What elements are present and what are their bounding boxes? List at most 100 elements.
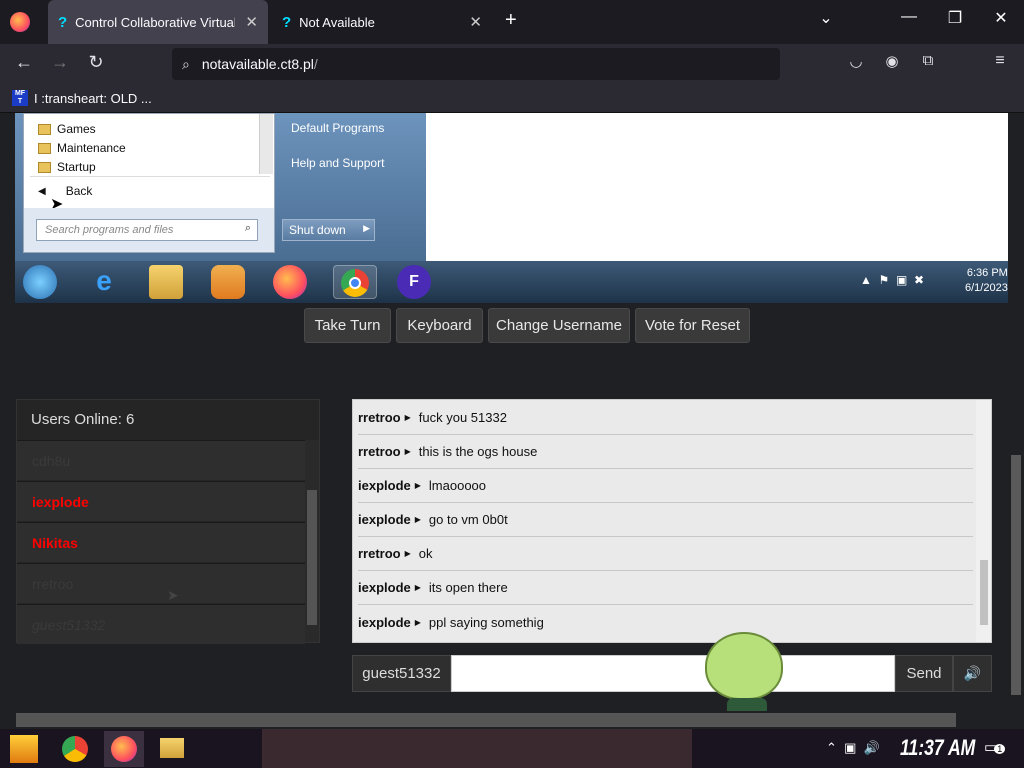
chrome-icon[interactable] <box>333 265 377 299</box>
chat-input[interactable] <box>451 655 895 692</box>
bookmark-favicon-icon: MF T <box>12 90 28 106</box>
take-turn-button[interactable]: Take Turn <box>304 308 391 343</box>
user-item[interactable]: iexplode <box>17 481 305 521</box>
tab-not-available[interactable]: ? Not Available ✕ <box>272 0 492 44</box>
list-tabs-icon[interactable]: ⌄ <box>811 8 841 28</box>
chat-message: rretroo ▶ ok <box>358 537 973 571</box>
firefox-menu-icon[interactable] <box>10 12 30 32</box>
volume-icon[interactable]: 🔊 <box>953 655 992 692</box>
chat-username: rretroo <box>358 546 401 561</box>
account-icon[interactable]: ◉ <box>878 52 906 70</box>
folder-icon <box>38 161 51 173</box>
back-button[interactable]: ◀ Back <box>38 184 92 198</box>
chrome-icon[interactable] <box>62 736 88 762</box>
start-search-input[interactable]: Search programs and files ⌕ <box>36 219 258 241</box>
chat-message: iexplode ▶ go to vm 0b0t <box>358 503 973 537</box>
forward-icon[interactable]: → <box>46 52 74 73</box>
os-taskbar: ⌃ ▣ 🔊 11:37 AM ▭1 <box>0 729 1024 768</box>
vm-taskbar: e F ▲ ⚑ ▣ ✖ 6:36 PM 6/1/2023 <box>15 261 1008 303</box>
minimize-button[interactable]: — <box>894 8 924 26</box>
firefox-icon[interactable] <box>104 731 144 767</box>
chat-message: iexplode ▶ ppl saying somethig <box>358 614 544 630</box>
keyboard-button[interactable]: Keyboard <box>396 308 483 343</box>
search-icon: ⌕ <box>244 222 251 234</box>
notification-icon[interactable]: ▭1 <box>984 738 1006 756</box>
chat-message: iexplode ▶ its open there <box>358 571 973 605</box>
user-item[interactable]: Nikitas <box>17 522 305 562</box>
url-host: notavailable.ct8.pl <box>201 56 314 72</box>
mouse-cursor-icon: ➤ <box>167 587 179 603</box>
tab-control-collaborative[interactable]: ? Control Collaborative Virtual ✕ <box>48 0 268 44</box>
windows-start-icon[interactable] <box>23 265 57 299</box>
question-icon: ? <box>282 13 292 31</box>
extensions-icon[interactable]: ⧉ <box>914 52 942 69</box>
username-label[interactable]: guest51332 <box>352 655 451 692</box>
start-menu-programs: Games Maintenance Startup ◀ Back ➤ Search… <box>23 113 275 253</box>
help-support-item[interactable]: Help and Support <box>291 156 384 170</box>
arrow-right-icon: ▶ <box>414 515 421 524</box>
url-bar[interactable]: ⌕ notavailable.ct8.pl / <box>172 48 780 80</box>
users-scrollbar[interactable] <box>305 440 319 642</box>
folder-icon <box>38 123 51 135</box>
media-player-icon[interactable] <box>211 265 245 299</box>
browser-tab-strip: ? Control Collaborative Virtual ✕ ? Not … <box>0 0 1024 44</box>
chat-panel: rretroo ▶ fuck you 51332 rretroo ▶ this is t… <box>352 399 992 643</box>
chat-username: iexplode <box>358 478 411 493</box>
app-icon[interactable]: F <box>397 265 431 299</box>
chat-username: rretroo <box>358 410 401 425</box>
close-tab-icon[interactable]: ✕ <box>469 13 482 31</box>
arrow-right-icon: ▶ <box>404 549 411 558</box>
tray-icons: ⌃ ▣ 🔊 <box>826 740 880 755</box>
chat-message: rretroo ▶ this is the ogs house <box>358 435 973 469</box>
arrow-right-icon: ▶ <box>414 583 421 592</box>
chat-username: iexplode <box>358 580 411 595</box>
arrow-right-icon: ▶ <box>404 447 411 456</box>
chat-username: iexplode <box>358 614 411 630</box>
bookmarks-bar: MF T I :transheart: OLD ... <box>0 84 1024 113</box>
menu-icon[interactable]: ≡ <box>986 52 1014 70</box>
bookmark-item[interactable]: I :transheart: OLD ... <box>34 91 152 106</box>
new-tab-button[interactable]: + <box>505 9 517 32</box>
firefox-icon[interactable] <box>273 265 307 299</box>
navigation-bar: ← → ↻ ⌕ notavailable.ct8.pl / ◡ ◉ ⧉ ≡ <box>0 44 1024 84</box>
chat-username: iexplode <box>358 512 411 527</box>
send-button[interactable]: Send <box>895 655 953 692</box>
shutdown-button[interactable]: Shut down ▶ <box>282 219 375 241</box>
back-icon[interactable]: ← <box>10 52 38 73</box>
close-tab-icon[interactable]: ✕ <box>245 13 258 31</box>
pocket-icon[interactable]: ◡ <box>842 52 870 70</box>
search-icon: ⌕ <box>182 55 190 72</box>
arrow-right-icon: ▶ <box>414 617 421 627</box>
vote-reset-button[interactable]: Vote for Reset <box>635 308 750 343</box>
start-menu-item[interactable]: Startup <box>38 160 96 174</box>
explorer-folder-icon[interactable] <box>149 265 183 299</box>
scrollbar[interactable] <box>259 114 273 174</box>
folder-icon <box>38 142 51 154</box>
close-window-button[interactable]: ✕ <box>986 8 1016 28</box>
url-path: / <box>313 56 318 72</box>
file-explorer-icon[interactable] <box>160 738 184 758</box>
vm-screen[interactable]: Games Maintenance Startup ◀ Back ➤ Search… <box>15 113 1008 303</box>
start-icon[interactable] <box>10 735 38 763</box>
arrow-right-icon: ▶ <box>363 223 370 233</box>
chat-message: rretroo ▶ fuck you 51332 <box>358 401 973 435</box>
arrow-right-icon: ▶ <box>414 481 421 490</box>
default-programs-item[interactable]: Default Programs <box>291 121 384 135</box>
vm-clock: 6:36 PM 6/1/2023 <box>965 267 1008 294</box>
user-item[interactable]: cdh8u <box>17 440 305 480</box>
users-panel: Users Online: 6 cdh8u iexplode Nikitas r… <box>16 399 320 644</box>
change-username-button[interactable]: Change Username <box>488 308 630 343</box>
chat-message: iexplode ▶ lmaooooo <box>358 469 973 503</box>
page-scrollbar[interactable] <box>1008 113 1024 711</box>
user-item[interactable]: guest51332 <box>17 604 305 644</box>
start-menu-item[interactable]: Games <box>38 122 96 136</box>
question-icon: ? <box>58 13 68 31</box>
maximize-button[interactable]: ❐ <box>940 8 970 28</box>
reload-icon[interactable]: ↻ <box>82 52 110 73</box>
horizontal-scrollbar-thumb[interactable] <box>16 713 956 727</box>
tray-icons: ▲ ⚑ ▣ ✖ <box>860 273 925 287</box>
internet-explorer-icon[interactable]: e <box>87 265 121 299</box>
start-menu-item[interactable]: Maintenance <box>38 141 126 155</box>
user-item[interactable]: rretroo <box>17 563 305 603</box>
chat-scrollbar[interactable] <box>976 400 991 642</box>
